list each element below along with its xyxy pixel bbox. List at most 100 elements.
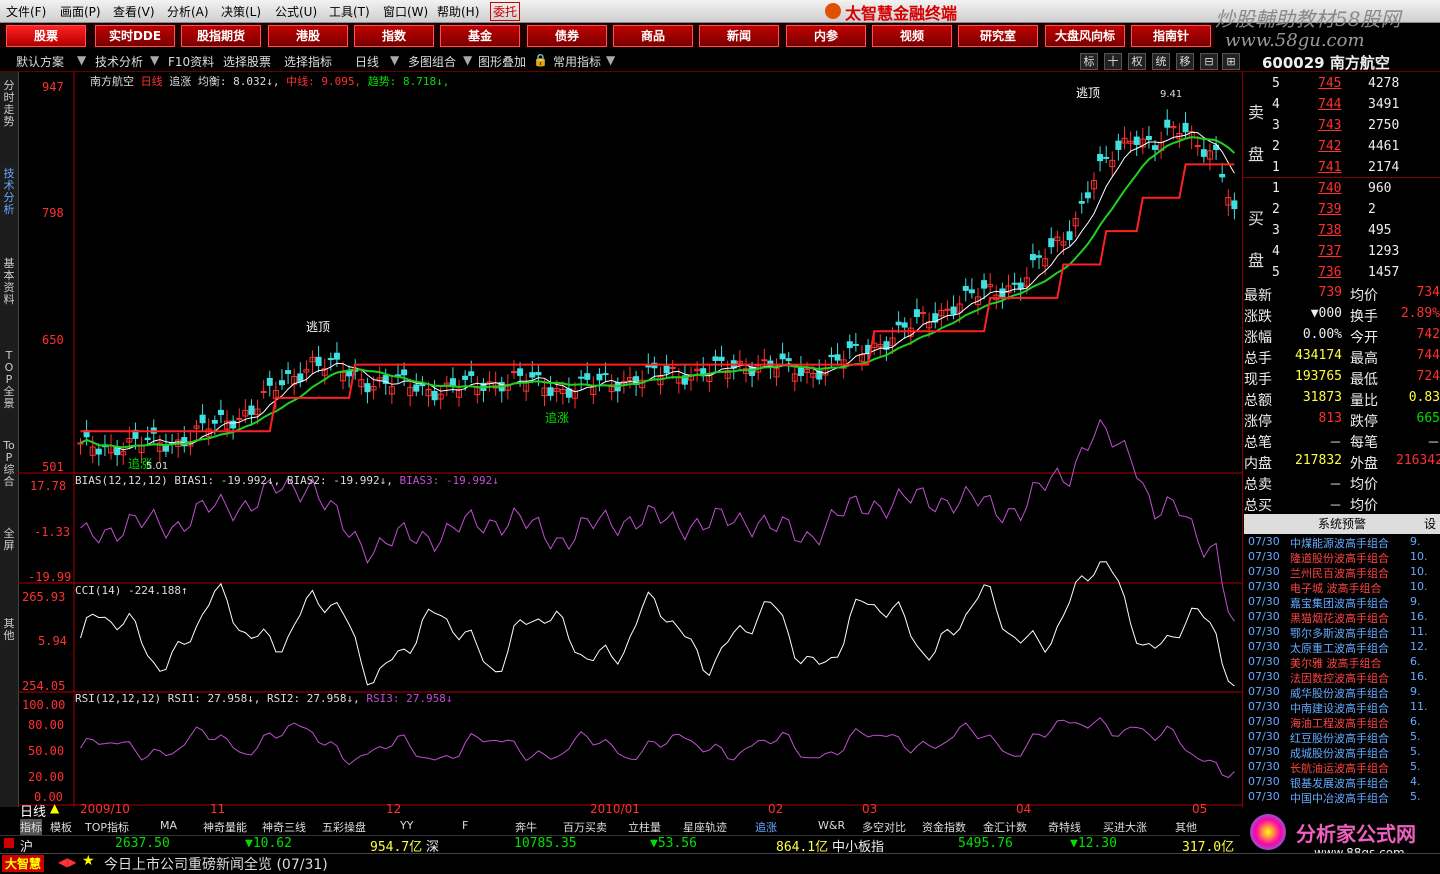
menu-analysis[interactable]: 分析(A) [167, 3, 209, 20]
tab-top-composite[interactable]: ToP综合 [2, 440, 16, 488]
alert-value[interactable]: 10. [1410, 550, 1428, 563]
toolbar-button[interactable]: 股指期货 [181, 25, 261, 47]
rights-icon[interactable]: 权 [1128, 53, 1146, 70]
alert-stock[interactable]: 太原重工波高手组合 [1290, 640, 1389, 656]
toolbar-button[interactable]: 指南针 [1131, 25, 1211, 47]
alert-stock[interactable]: 兰州民百波高手组合 [1290, 565, 1389, 581]
tab-fundamentals[interactable]: 基本资料 [2, 258, 16, 306]
alert-stock[interactable]: 中南建设波高手组合 [1290, 700, 1389, 716]
indicator-tab[interactable]: 其他 [1175, 819, 1197, 835]
alert-date[interactable]: 07/30 [1248, 610, 1280, 623]
common-indicator-button[interactable]: 常用指标 [553, 53, 601, 70]
period-daily-button[interactable]: 日线 [355, 53, 379, 70]
alert-value[interactable]: 5. [1410, 760, 1421, 773]
triangle-up-icon[interactable]: ▲ [50, 801, 59, 815]
menu-tools[interactable]: 工具(T) [329, 3, 370, 20]
alert-date[interactable]: 07/30 [1248, 640, 1280, 653]
select-indicator-button[interactable]: 选择指标 [284, 53, 332, 70]
stop-icon[interactable] [4, 838, 14, 848]
f10-button[interactable]: F10资料 [168, 53, 214, 70]
toolbar-button[interactable]: 内参 [786, 25, 866, 47]
alert-stock[interactable]: 红豆股份波高手组合 [1290, 730, 1389, 746]
alert-date[interactable]: 07/30 [1248, 625, 1280, 638]
alert-stock[interactable]: 嘉宝集团波高手组合 [1290, 595, 1389, 611]
news-headline[interactable]: 今日上市公司重磅新闻全览 (07/31) [104, 854, 328, 874]
menu-screen[interactable]: 画面(P) [60, 3, 101, 20]
alert-stock[interactable]: 法因数控波高手组合 [1290, 670, 1389, 686]
alert-value[interactable]: 5. [1410, 730, 1421, 743]
indicator-tab[interactable]: 多空对比 [862, 819, 906, 835]
menu-order[interactable]: 委托 [490, 2, 521, 21]
indicator-tab[interactable]: W&R [818, 819, 845, 832]
toolbar-button[interactable]: 基金 [440, 25, 520, 47]
indicator-tab[interactable]: 五彩操盘 [322, 819, 366, 835]
alert-date[interactable]: 07/30 [1248, 595, 1280, 608]
move-icon[interactable]: 移 [1176, 53, 1194, 70]
indicator-tab[interactable]: 资金指数 [922, 819, 966, 835]
dropdown-arrow-icon[interactable]: ▼ [463, 53, 472, 67]
alert-stock[interactable]: 海油工程波高手组合 [1290, 715, 1389, 731]
buy-price[interactable]: 737 [1318, 244, 1341, 259]
alert-stock[interactable]: 中国中冶波高手组合 [1290, 790, 1389, 806]
mark-icon[interactable]: 标 [1080, 53, 1098, 70]
menu-help[interactable]: 帮助(H) [437, 3, 479, 20]
alert-date[interactable]: 07/30 [1248, 550, 1280, 563]
buy-price[interactable]: 738 [1318, 223, 1341, 238]
indicator-tab[interactable]: 奔牛 [515, 819, 537, 835]
alert-value[interactable]: 16. [1410, 670, 1428, 683]
tab-top-panorama[interactable]: TOP全景 [2, 350, 16, 410]
menu-file[interactable]: 文件(F) [6, 3, 46, 20]
alert-value[interactable]: 9. [1410, 595, 1421, 608]
alert-date[interactable]: 07/30 [1248, 715, 1280, 728]
alert-value[interactable]: 11. [1410, 625, 1428, 638]
alert-date[interactable]: 07/30 [1248, 685, 1280, 698]
crosshair-icon[interactable]: 十 [1104, 53, 1122, 70]
alert-value[interactable]: 11. [1410, 700, 1428, 713]
alert-value[interactable]: 6. [1410, 655, 1421, 668]
alert-stock[interactable]: 鄂尔多斯波高手组合 [1290, 625, 1389, 641]
indicator-tab[interactable]: 模板 [50, 819, 72, 835]
alert-stock[interactable]: 威华股份波高手组合 [1290, 685, 1389, 701]
indicator-tab[interactable]: 神奇量能 [203, 819, 247, 835]
sell-price[interactable]: 741 [1318, 160, 1341, 175]
indicator-tab[interactable]: 指标 [20, 819, 42, 835]
alert-value[interactable]: 9. [1410, 535, 1421, 548]
buy-price[interactable]: 739 [1318, 202, 1341, 217]
toolbar-button[interactable]: 实时DDE [95, 25, 175, 47]
buy-price[interactable]: 736 [1318, 265, 1341, 280]
toolbar-button[interactable]: 研究室 [958, 25, 1038, 47]
alert-stock[interactable]: 隆道股份波高手组合 [1290, 550, 1389, 566]
alert-stock[interactable]: 美尔雅 波高手组合 [1290, 655, 1382, 671]
alert-stock[interactable]: 中煤能源波高手组合 [1290, 535, 1389, 551]
alert-value[interactable]: 16. [1410, 610, 1428, 623]
indicator-tab[interactable]: TOP指标 [85, 819, 129, 835]
menu-formula[interactable]: 公式(U) [275, 3, 317, 20]
alert-date[interactable]: 07/30 [1248, 655, 1280, 668]
alert-stock[interactable]: 银基发展波高手组合 [1290, 775, 1389, 791]
tab-technical[interactable]: 技术分析 [2, 168, 16, 216]
toolbar-button[interactable]: 指数 [354, 25, 434, 47]
tab-timeshare[interactable]: 分时走势 [2, 80, 16, 128]
toolbar-button[interactable]: 港股 [268, 25, 348, 47]
tab-other[interactable]: 其他 [2, 618, 16, 642]
indicator-tab[interactable]: 追涨 [755, 819, 777, 835]
stats-icon[interactable]: 统 [1152, 53, 1170, 70]
indicator-tab[interactable]: F [462, 819, 468, 832]
alert-date[interactable]: 07/30 [1248, 565, 1280, 578]
alert-value[interactable]: 5. [1410, 790, 1421, 803]
tech-analysis-button[interactable]: 技术分析 [95, 53, 143, 70]
indicator-tab[interactable]: 立柱量 [628, 819, 661, 835]
alert-value[interactable]: 10. [1410, 565, 1428, 578]
app-badge[interactable]: 大智慧 [2, 855, 45, 872]
alert-date[interactable]: 07/30 [1248, 730, 1280, 743]
alert-date[interactable]: 07/30 [1248, 745, 1280, 758]
alert-stock[interactable]: 黑猫烟花波高手组合 [1290, 610, 1389, 626]
sell-price[interactable]: 745 [1318, 76, 1341, 91]
alert-stock[interactable]: 成城股份波高手组合 [1290, 745, 1389, 761]
dropdown-arrow-icon[interactable]: ▼ [390, 53, 399, 67]
select-stock-button[interactable]: 选择股票 [223, 53, 271, 70]
buy-price[interactable]: 740 [1318, 181, 1341, 196]
alert-value[interactable]: 5. [1410, 745, 1421, 758]
indicator-tab[interactable]: MA [160, 819, 177, 832]
sell-price[interactable]: 742 [1318, 139, 1341, 154]
